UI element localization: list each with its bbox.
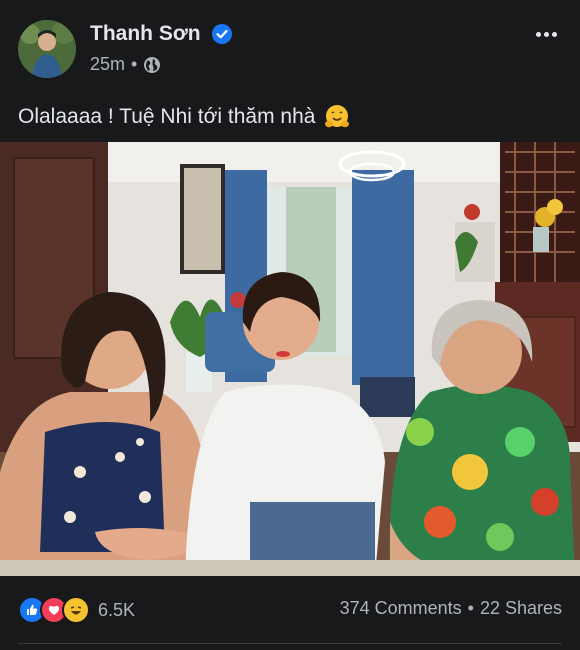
post-photo[interactable] <box>0 142 580 576</box>
post-caption: Olalaaaa ! Tuệ Nhi tới thăm nhà <box>18 103 351 131</box>
verified-badge-icon <box>212 24 233 45</box>
author-name-text[interactable]: Thanh Sơn <box>90 22 201 45</box>
comment-share-stats: 374 Comments • 22 Shares <box>340 598 562 619</box>
author-name[interactable]: Thanh Sơn <box>90 22 233 46</box>
stats-separator: • <box>467 598 474 618</box>
meta-separator: • <box>131 54 138 74</box>
haha-reaction-icon <box>62 596 90 624</box>
comments-count[interactable]: 374 Comments <box>340 598 462 618</box>
post-header: Thanh Sơn 25m • <box>18 20 562 80</box>
shares-count[interactable]: 22 Shares <box>480 598 562 618</box>
post-meta: 25m • <box>90 54 161 75</box>
globe-icon <box>144 56 161 73</box>
post-time[interactable]: 25m <box>90 54 125 75</box>
caption-text: Olalaaaa ! Tuệ Nhi tới thăm nhà <box>18 105 316 128</box>
more-options-icon[interactable] <box>530 20 562 48</box>
hugging-face-emoji-icon <box>325 105 350 128</box>
engagement-bar: 6.5K 374 Comments • 22 Shares <box>18 596 562 624</box>
divider <box>18 643 562 644</box>
reaction-count[interactable]: 6.5K <box>98 600 135 621</box>
reactions-summary[interactable]: 6.5K <box>18 596 135 624</box>
author-avatar[interactable] <box>18 20 76 78</box>
